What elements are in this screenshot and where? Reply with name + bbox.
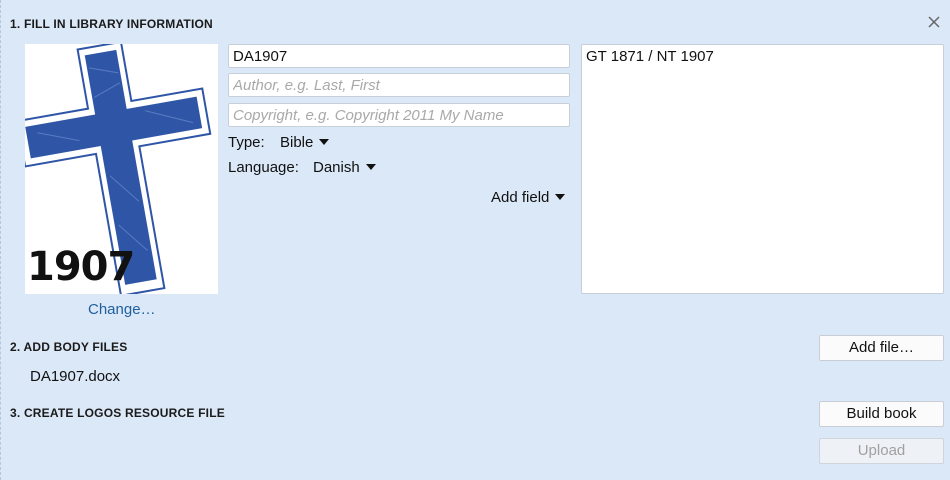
type-value: Bible	[280, 134, 314, 151]
description-textarea[interactable]: GT 1871 / NT 1907	[581, 44, 944, 294]
close-icon[interactable]	[926, 14, 942, 30]
copyright-input[interactable]	[228, 103, 570, 127]
cover-image: 1907	[15, 40, 218, 297]
change-cover-link[interactable]: Change…	[88, 301, 156, 318]
language-value: Danish	[313, 159, 360, 176]
caret-down-icon	[319, 139, 330, 146]
build-book-button[interactable]: Build book	[819, 401, 944, 427]
upload-button[interactable]: Upload	[819, 438, 944, 464]
type-label: Type:	[228, 134, 265, 151]
section-title-fill-info: 1. FILL IN LIBRARY INFORMATION	[10, 17, 213, 31]
language-dropdown[interactable]: Danish	[313, 159, 376, 176]
type-dropdown[interactable]: Bible	[280, 134, 330, 151]
section-title-create-resource: 3. CREATE LOGOS RESOURCE FILE	[10, 406, 225, 420]
language-label: Language:	[228, 159, 299, 176]
cover-year-text: 1907	[27, 244, 135, 290]
caret-down-icon	[365, 164, 376, 171]
body-file-item: DA1907.docx	[30, 368, 121, 385]
add-file-button[interactable]: Add file…	[819, 335, 944, 361]
section-title-add-body-files: 2. ADD BODY FILES	[10, 340, 128, 354]
add-field-label: Add field	[491, 189, 550, 206]
add-field-dropdown[interactable]: Add field	[491, 189, 566, 206]
author-input[interactable]	[228, 73, 570, 97]
title-input[interactable]	[228, 44, 570, 68]
caret-down-icon	[555, 194, 566, 201]
